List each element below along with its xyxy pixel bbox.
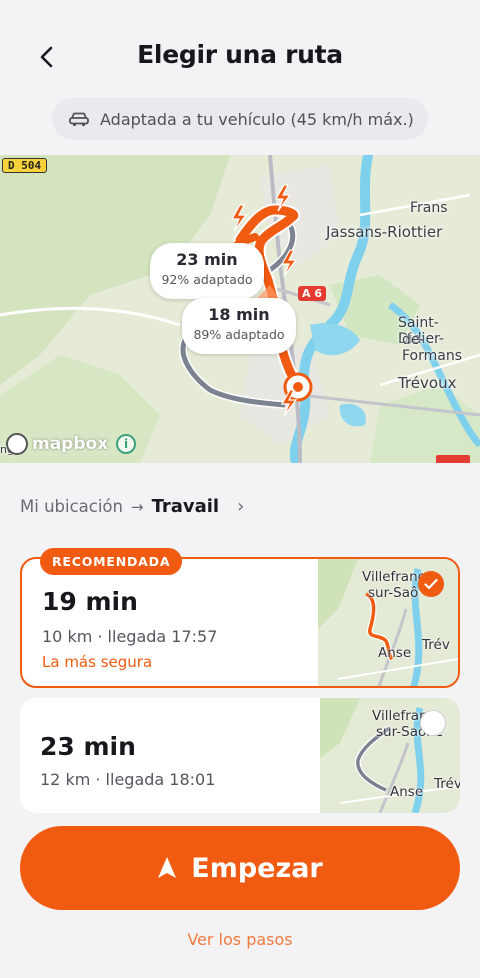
vehicle-pill[interactable]: Adaptada a tu vehículo (45 km/h máx.) bbox=[52, 98, 428, 140]
place-label: de-Formans bbox=[402, 332, 463, 364]
mapbox-icon bbox=[6, 433, 28, 455]
thumb-label: Trév bbox=[422, 637, 450, 653]
thumb-label: Anse bbox=[378, 645, 412, 661]
bubble-adapted: 89% adaptado bbox=[193, 327, 285, 342]
breadcrumb[interactable]: Mi ubicación → Travail › bbox=[20, 496, 244, 517]
origin-label: Mi ubicación bbox=[20, 497, 123, 516]
chevron-right-icon: › bbox=[237, 496, 245, 517]
route-time: 19 min bbox=[42, 587, 138, 616]
route-card-recommended[interactable]: 19 min 10 km · llegada 17:57 La más segu… bbox=[20, 557, 460, 688]
start-button[interactable]: Empezar bbox=[20, 826, 460, 910]
place-label: Trévoux bbox=[398, 374, 457, 392]
bubble-adapted: 92% adaptado bbox=[161, 272, 253, 287]
thumb-label: sur-Saô bbox=[368, 585, 419, 601]
route-card-alternative[interactable]: 23 min 12 km · llegada 18:01 Villefranc … bbox=[20, 698, 460, 813]
car-icon bbox=[69, 112, 89, 127]
route-info: 10 km · llegada 17:57 bbox=[42, 627, 218, 646]
page-title: Elegir una ruta bbox=[137, 40, 343, 69]
route-thumbnail: Villefranc sur-Saô Anse Trév bbox=[318, 559, 458, 686]
route-time: 23 min bbox=[40, 732, 136, 761]
thumb-label: Villefranc bbox=[362, 569, 426, 585]
route-info: 12 km · llegada 18:01 bbox=[40, 770, 216, 789]
thumb-label: Trév bbox=[434, 776, 460, 792]
route-map[interactable]: D 504 A 6 Frans Jassans-Riottier Saint-D… bbox=[0, 155, 480, 463]
view-steps-link[interactable]: Ver los pasos bbox=[0, 930, 480, 949]
bubble-time: 18 min bbox=[208, 305, 270, 324]
route-bubble-recommended[interactable]: 18 min 89% adaptado bbox=[182, 298, 296, 354]
thumb-label: Anse bbox=[390, 784, 424, 800]
route-tag: La más segura bbox=[42, 653, 153, 671]
header: Elegir una ruta bbox=[0, 0, 480, 110]
vehicle-label: Adaptada a tu vehículo (45 km/h máx.) bbox=[100, 109, 414, 129]
place-label: Jassans-Riottier bbox=[326, 223, 443, 241]
info-icon[interactable]: i bbox=[116, 434, 136, 454]
mapbox-logo[interactable]: mapbox bbox=[6, 433, 108, 455]
bubble-time: 23 min bbox=[176, 250, 238, 269]
arrow-right-icon: → bbox=[130, 497, 144, 516]
road-badge-d504: D 504 bbox=[2, 158, 48, 173]
recommended-badge: RECOMENDADA bbox=[40, 548, 183, 575]
navigation-arrow-icon bbox=[158, 857, 177, 878]
road-badge-a6: A 6 bbox=[298, 286, 326, 301]
route-thumbnail: Villefranc sur-Saône Anse Trév bbox=[320, 698, 460, 813]
unselected-radio[interactable] bbox=[420, 710, 446, 736]
mapbox-text: mapbox bbox=[32, 434, 109, 454]
start-label: Empezar bbox=[191, 852, 323, 884]
place-label: Frans bbox=[410, 200, 448, 216]
destination-label: Travail bbox=[151, 496, 220, 517]
selected-check[interactable] bbox=[418, 571, 444, 597]
route-bubble-alt[interactable]: 23 min 92% adaptado bbox=[150, 243, 264, 299]
check-icon bbox=[424, 578, 438, 590]
